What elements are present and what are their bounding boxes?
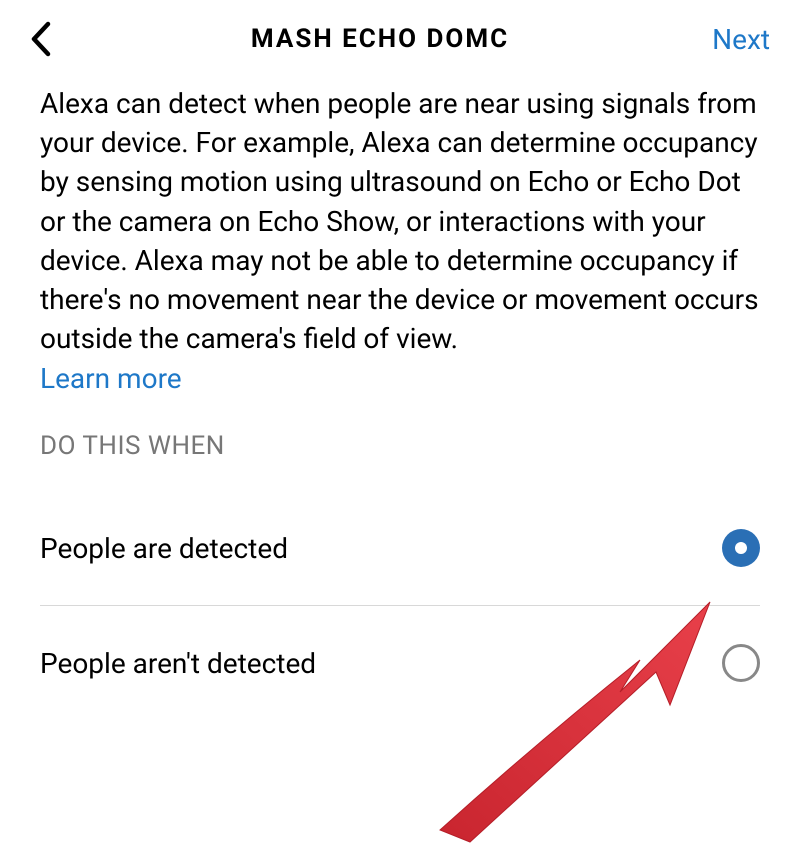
radio-selected-icon [722,529,760,567]
option-people-detected[interactable]: People are detected [40,491,760,606]
back-button[interactable] [30,21,70,57]
section-label: DO THIS WHEN [40,431,760,461]
options-list: People are detected People aren't detect… [40,491,760,720]
content: Alexa can detect when people are near us… [0,70,800,720]
header: MASH ECHO DOMC Next [0,0,800,70]
learn-more-link[interactable]: Learn more [40,362,182,395]
description-text: Alexa can detect when people are near us… [40,84,760,358]
option-label: People are detected [40,532,288,565]
chevron-left-icon [30,21,52,57]
page-title: MASH ECHO DOMC [70,24,690,54]
option-label: People aren't detected [40,647,316,680]
next-button[interactable]: Next [690,23,770,56]
radio-unselected-icon [722,644,760,682]
option-people-not-detected[interactable]: People aren't detected [40,606,760,720]
